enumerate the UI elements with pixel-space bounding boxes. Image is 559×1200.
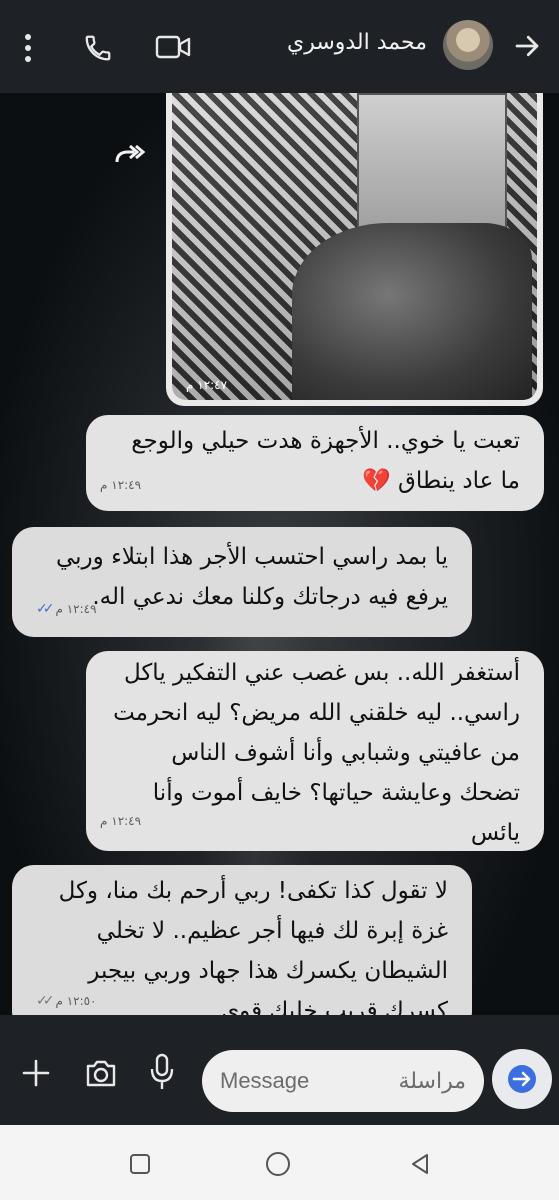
message-line: راسي.. ليه خلقني الله مريض؟ ليه انحرمت xyxy=(113,700,520,726)
system-navigation-bar xyxy=(0,1125,559,1200)
message-line: ما عاد ينطاق 💔 xyxy=(362,468,520,494)
message-meta: ١٢:٥٠ م ✓✓ xyxy=(36,981,97,1015)
video-call-icon[interactable] xyxy=(154,30,192,64)
message-meta: ١٢:٤٩ م ✓✓ xyxy=(36,589,97,629)
photo-figure xyxy=(292,223,532,400)
shared-photo[interactable]: ١٢:٤٧ م xyxy=(172,93,537,400)
contact-name[interactable]: محمد الدوسري xyxy=(287,30,427,55)
message-line: يائس xyxy=(470,820,520,846)
message-line: غزة إبرة لك فيها أجر عظيم.. لا تخلي xyxy=(96,918,448,944)
plus-icon[interactable] xyxy=(16,1053,56,1093)
photo-medical-device xyxy=(357,93,507,243)
home-icon[interactable] xyxy=(264,1150,292,1178)
message-line: لا تقول كذا تكفى! ربي أرحم بك منا، وكل xyxy=(58,878,448,904)
composer-bar: Message مراسلة xyxy=(0,1015,559,1125)
camera-icon[interactable] xyxy=(82,1055,120,1091)
message-bubble-incoming[interactable]: تعبت يا خوي.. الأجهزة هدت حيلي والوجع ما… xyxy=(86,415,544,511)
message-bubble-outgoing[interactable]: لا تقول كذا تكفى! ربي أرحم بك منا، وكل غ… xyxy=(12,865,472,1015)
send-button[interactable] xyxy=(492,1049,552,1109)
more-options-icon[interactable] xyxy=(16,30,40,66)
read-receipt-icon: ✓✓ xyxy=(36,601,55,617)
message-time: ١٢:٤٧ م xyxy=(186,378,228,392)
message-line: يرفع فيه درجاتك وكلنا معك ندعي اله. xyxy=(92,584,448,610)
recent-apps-icon[interactable] xyxy=(126,1150,154,1178)
back-arrow-icon[interactable] xyxy=(509,28,545,64)
call-icon[interactable] xyxy=(80,30,116,66)
message-time: ١٢:٤٩ م xyxy=(100,478,142,492)
message-line: من عافيتي وشبابي وأنا أشوف الناس xyxy=(171,740,520,766)
message-line: يا بمد راسي احتسب الأجر هذا ابتلاء وربي xyxy=(55,544,448,570)
chat-thread[interactable]: ١٢:٤٧ م تعبت يا خوي.. الأجهزة هدت حيلي و… xyxy=(0,93,559,1015)
microphone-icon[interactable] xyxy=(146,1051,178,1093)
message-placeholder: Message xyxy=(220,1068,310,1093)
message-bubble-outgoing[interactable]: يا بمد راسي احتسب الأجر هذا ابتلاء وربي … xyxy=(12,527,472,637)
message-line: تعبت يا خوي.. الأجهزة هدت حيلي والوجع xyxy=(131,428,520,454)
chat-header: محمد الدوسري xyxy=(0,0,559,93)
forward-icon[interactable] xyxy=(112,137,148,173)
delivered-receipt-icon: ✓✓ xyxy=(36,993,55,1009)
back-triangle-icon[interactable] xyxy=(406,1150,434,1178)
message-line: الشيطان يكسرك هذا جهاد وربي بيجبر xyxy=(88,958,448,984)
message-line: تضحك وعايشة حياتها؟ خايف أموت وأنا xyxy=(152,780,520,806)
message-bubble-incoming[interactable]: أستغفر الله.. بس غصب عني التفكير ياكل را… xyxy=(86,651,544,851)
message-time: ١٢:٤٩ م xyxy=(100,814,142,828)
message-time: ١٢:٥٠ م xyxy=(55,994,97,1008)
message-time: ١٢:٤٩ م xyxy=(55,602,97,616)
message-line: كسرك قريب خليك قوي. xyxy=(213,998,448,1015)
image-message[interactable]: ١٢:٤٧ م xyxy=(166,93,543,406)
message-input[interactable]: Message مراسلة xyxy=(202,1050,484,1112)
message-line: أستغفر الله.. بس غصب عني التفكير ياكل xyxy=(123,660,520,686)
message-placeholder-arabic: مراسلة xyxy=(398,1068,466,1094)
avatar[interactable] xyxy=(443,20,493,70)
